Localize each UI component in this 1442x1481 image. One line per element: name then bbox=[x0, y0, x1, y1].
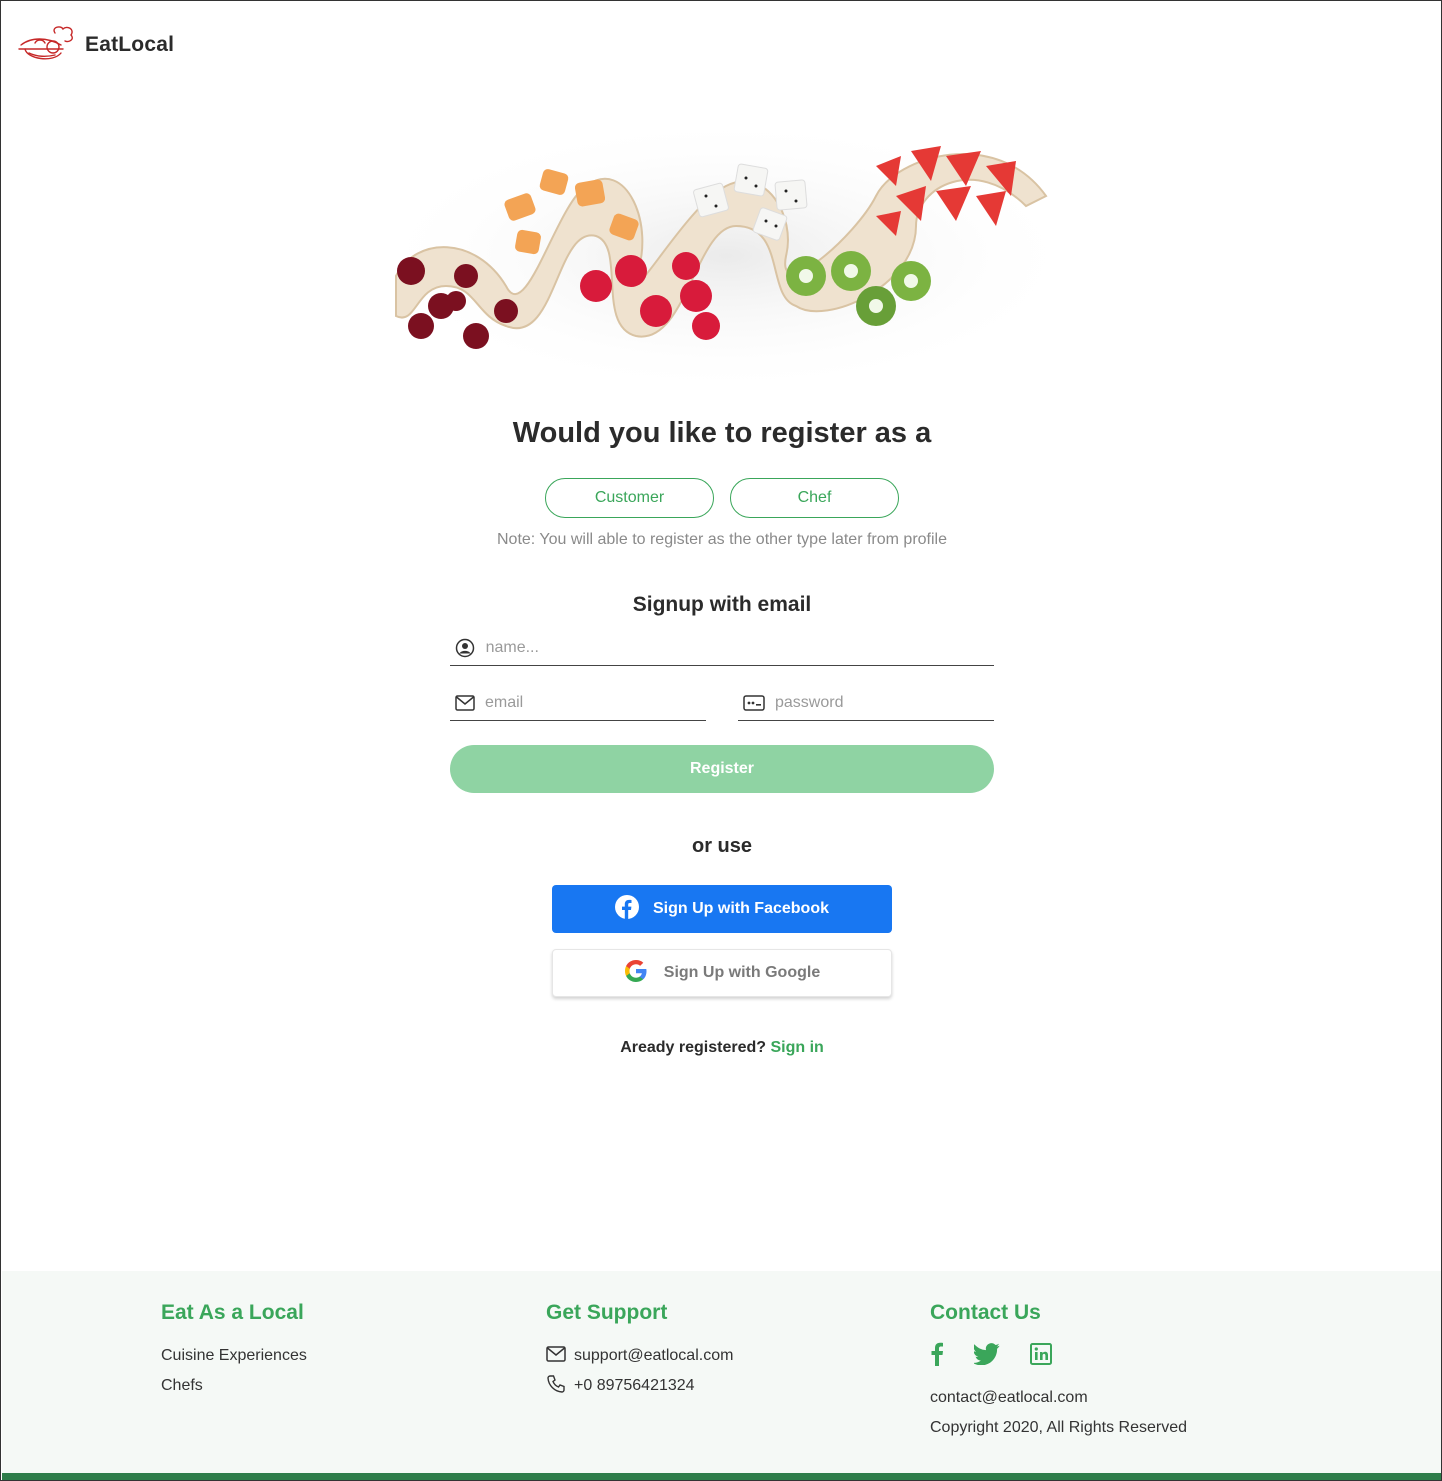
facebook-signup-label: Sign Up with Facebook bbox=[652, 900, 829, 917]
hero-food-image bbox=[366, 116, 1086, 396]
footer-link-cuisine-experiences[interactable]: Cuisine Experiences bbox=[161, 1341, 307, 1371]
footer-col-eat-as-local: Eat As a Local Cuisine Experiences Chefs bbox=[161, 1301, 307, 1401]
footer-col2-title: Get Support bbox=[546, 1301, 668, 1324]
password-input[interactable] bbox=[775, 693, 994, 712]
role-note: Note: You will able to register as the o… bbox=[496, 531, 947, 548]
copyright: Copyright 2020, All Rights Reserved bbox=[930, 1419, 1188, 1436]
google-signup-button[interactable]: Sign Up with Google bbox=[552, 949, 892, 997]
chef-role-button[interactable]: Chef bbox=[730, 478, 899, 518]
page-frame: EatLocal Would you like to register as a… bbox=[0, 0, 1442, 1481]
brand-logo[interactable]: EatLocal bbox=[17, 23, 174, 67]
customer-role-button[interactable]: Customer bbox=[545, 478, 714, 518]
user-circle-icon bbox=[455, 637, 476, 659]
social-links bbox=[930, 1341, 1187, 1371]
register-button[interactable]: Register bbox=[450, 745, 994, 793]
already-registered: Aready registered? Sign in bbox=[1, 1039, 1441, 1057]
support-email-row[interactable]: support@eatlocal.com bbox=[546, 1341, 733, 1371]
google-signup-label: Sign Up with Google bbox=[663, 964, 821, 981]
already-registered-text: Aready registered? bbox=[620, 1039, 767, 1056]
facebook-signup-button[interactable]: Sign Up with Facebook bbox=[552, 885, 892, 933]
linkedin-icon[interactable] bbox=[1030, 1342, 1052, 1370]
password-field bbox=[738, 685, 994, 721]
sign-in-link[interactable]: Sign in bbox=[770, 1039, 823, 1056]
footer-col1-title: Eat As a Local bbox=[161, 1301, 304, 1324]
footer-link-chefs[interactable]: Chefs bbox=[161, 1371, 307, 1401]
email-input[interactable] bbox=[485, 693, 706, 712]
footer-col-get-support: Get Support support@eatlocal.com +0 8975… bbox=[546, 1301, 733, 1401]
footer-bottom-bar bbox=[2, 1473, 1441, 1480]
email-field bbox=[450, 685, 706, 721]
signup-title: Signup with email bbox=[632, 593, 812, 616]
contact-email[interactable]: contact@eatlocal.com bbox=[930, 1383, 1187, 1413]
or-use-label: or use bbox=[691, 835, 753, 857]
footer-col3-title: Contact Us bbox=[930, 1301, 1041, 1324]
google-icon bbox=[624, 959, 648, 988]
chef-logo-icon bbox=[18, 26, 74, 60]
twitter-icon[interactable] bbox=[972, 1342, 1000, 1370]
footer-col-contact-us: Contact Us contact@eatlocal.com Copyrigh… bbox=[930, 1301, 1187, 1443]
facebook-icon[interactable] bbox=[930, 1342, 944, 1371]
brand-name: EatLocal bbox=[85, 33, 175, 56]
phone-icon bbox=[546, 1374, 566, 1399]
mail-icon bbox=[455, 692, 475, 714]
support-email: support@eatlocal.com bbox=[574, 1347, 734, 1364]
register-headline: Would you like to register as a bbox=[512, 417, 932, 449]
name-field bbox=[450, 630, 994, 666]
role-selector: Customer Chef bbox=[545, 478, 899, 518]
support-phone-row[interactable]: +0 89756421324 bbox=[546, 1371, 733, 1401]
support-phone: +0 89756421324 bbox=[574, 1377, 695, 1394]
mail-icon bbox=[546, 1345, 566, 1367]
facebook-icon bbox=[614, 894, 639, 924]
name-input[interactable] bbox=[485, 638, 994, 657]
password-icon bbox=[743, 692, 765, 714]
